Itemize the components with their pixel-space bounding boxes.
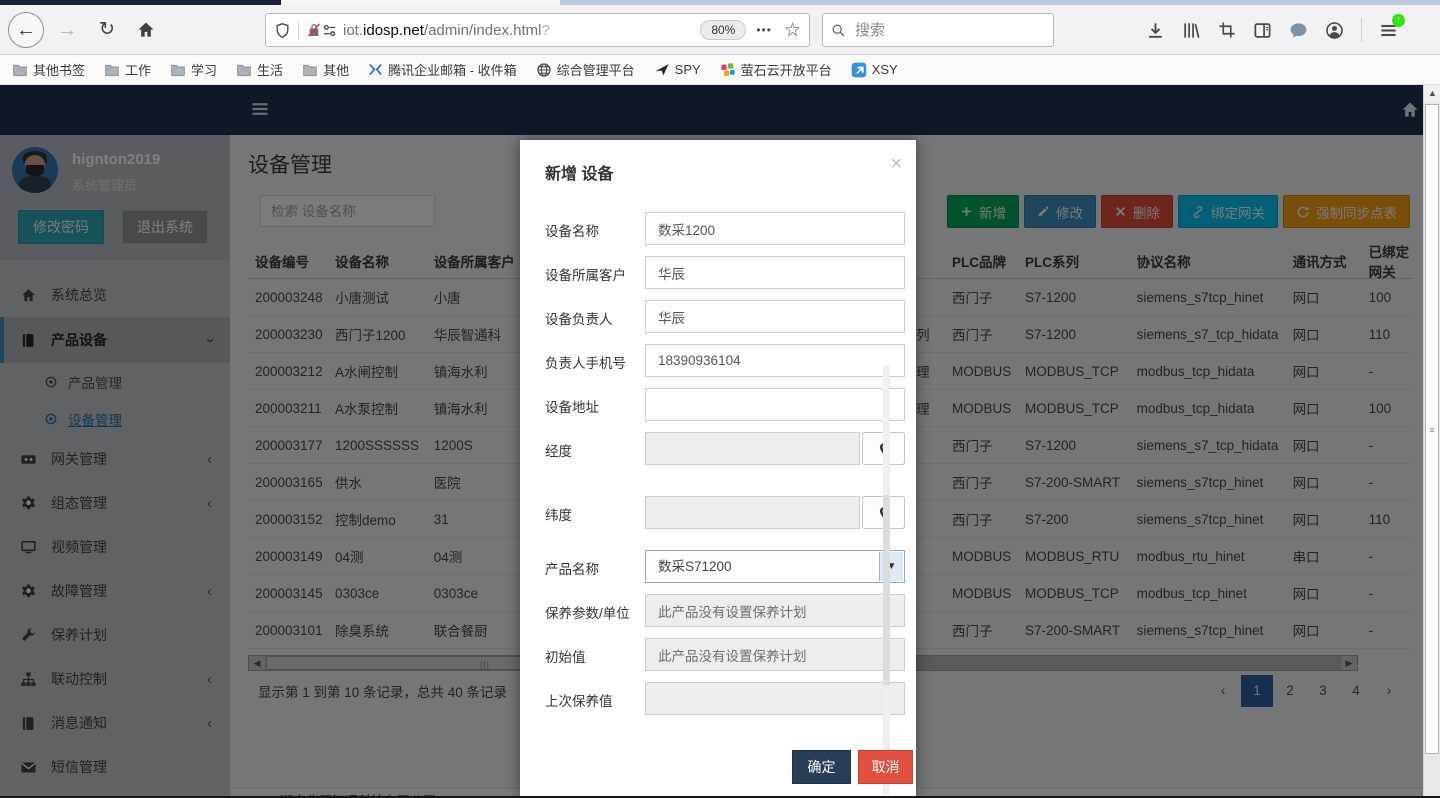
update-badge: ↑ — [1392, 14, 1405, 27]
library-icon[interactable] — [1182, 21, 1201, 40]
account-icon[interactable] — [1325, 21, 1344, 40]
latitude-input — [645, 496, 860, 529]
owner-label: 设备负责人 — [545, 308, 613, 328]
forward-button[interactable]: → — [54, 18, 80, 42]
close-icon[interactable]: × — [890, 154, 902, 174]
browser-search-input[interactable] — [853, 21, 1023, 40]
modal-body: 设备名称 设备所属客户 设备负责人 负责人手机号 设备地址 经度 纬度 产品名称… — [520, 212, 916, 726]
search-icon — [831, 23, 846, 38]
address-bar[interactable]: iot.idosp.net/admin/index.html? 80% ••• … — [265, 13, 810, 47]
bookmarks-bar: 其他书签 工作 学习 生活 其他 腾讯企业邮箱 - 收件箱 综合管理平台 SPY… — [0, 55, 1440, 85]
add-device-modal: 新增 设备 × 设备名称 设备所属客户 设备负责人 负责人手机号 设备地址 经度… — [520, 140, 916, 798]
modal-title: 新增 设备 — [545, 160, 613, 184]
maint-param-label: 保养参数/单位 — [545, 602, 630, 622]
insecure-lock-icon[interactable] — [306, 22, 322, 38]
bookmark-folder-study[interactable]: 学习 — [170, 60, 217, 79]
reload-button[interactable]: ↻ — [94, 18, 120, 42]
scroll-up-arrow[interactable]: ▲ — [1424, 85, 1440, 102]
owner-input[interactable] — [645, 300, 905, 333]
screenshot-icon[interactable] — [1218, 21, 1236, 39]
back-button[interactable]: ← — [8, 12, 44, 48]
downloads-icon[interactable] — [1146, 21, 1165, 40]
product-select[interactable]: 数采S71200▼ — [645, 550, 905, 583]
init-value-label: 初始值 — [545, 646, 586, 666]
modal-scrollbar-thumb[interactable] — [883, 495, 890, 685]
confirm-button[interactable]: 确定 — [792, 750, 851, 784]
device-name-input[interactable] — [645, 212, 905, 245]
product-label: 产品名称 — [545, 558, 599, 578]
screenshot-root: ← → ↻ iot.idosp.net/admin/index.html? 80… — [0, 0, 1440, 798]
bookmark-star-icon[interactable]: ☆ — [784, 19, 801, 42]
maint-param-input — [645, 594, 905, 627]
xsy-icon — [851, 62, 867, 78]
browser-scrollbar[interactable]: ▲ ≡ — [1423, 85, 1440, 798]
customer-label: 设备所属客户 — [545, 264, 626, 284]
bookmark-ezviz[interactable]: 萤石云开放平台 — [720, 60, 832, 79]
latitude-label: 纬度 — [545, 504, 572, 524]
modal-scrollbar-track[interactable] — [883, 365, 890, 795]
tencent-mail-icon — [368, 62, 383, 77]
phone-label: 负责人手机号 — [545, 352, 626, 372]
bookmark-xsy[interactable]: XSY — [851, 62, 898, 78]
folder-icon — [302, 62, 318, 78]
customer-input[interactable] — [645, 256, 905, 289]
folder-icon — [104, 62, 120, 78]
url-text[interactable]: iot.idosp.net/admin/index.html? — [343, 22, 700, 39]
scroll-grip: ≡ — [1429, 425, 1434, 435]
init-value-input — [645, 638, 905, 671]
last-maint-label: 上次保养值 — [545, 690, 613, 710]
folder-icon — [12, 62, 28, 78]
globe-icon — [536, 62, 552, 78]
permissions-icon[interactable] — [322, 23, 337, 38]
cancel-button[interactable]: 取消 — [858, 750, 913, 784]
bookmark-folder-misc[interactable]: 其他 — [302, 60, 349, 79]
modal-footer: 确定 取消 — [520, 748, 916, 798]
urlbar-divider — [298, 20, 299, 40]
address-input[interactable] — [645, 388, 905, 421]
toolbar-icons: ↑ — [1146, 13, 1398, 47]
ezviz-icon — [720, 62, 736, 78]
phone-input[interactable] — [645, 344, 905, 377]
toolbar-divider — [1361, 18, 1362, 42]
bookmark-folder-life[interactable]: 生活 — [236, 60, 283, 79]
browser-toolbar: ← → ↻ iot.idosp.net/admin/index.html? 80… — [0, 5, 1440, 55]
browser-search-bar[interactable] — [822, 13, 1054, 47]
app-menu-button[interactable]: ↑ — [1379, 21, 1398, 40]
tracking-shield-icon[interactable] — [274, 22, 291, 39]
app-page: hignton2019 系统管理员 修改密码 退出系统 系统总览 产品设备‹ 产… — [0, 85, 1440, 798]
bookmark-spy[interactable]: SPY — [654, 62, 701, 78]
address-label: 设备地址 — [545, 396, 599, 416]
device-name-label: 设备名称 — [545, 220, 599, 240]
longitude-input — [645, 432, 860, 465]
bookmark-folder-other[interactable]: 其他书签 — [12, 60, 85, 79]
folder-icon — [170, 62, 186, 78]
messages-icon[interactable] — [1289, 21, 1308, 40]
bookmark-mgmt-platform[interactable]: 综合管理平台 — [536, 60, 635, 79]
zoom-level-badge[interactable]: 80% — [700, 20, 746, 40]
bookmark-tencent-mail[interactable]: 腾讯企业邮箱 - 收件箱 — [368, 60, 517, 79]
browser-home-button[interactable] — [132, 16, 160, 44]
sidebar-toggle-icon[interactable] — [1253, 21, 1272, 40]
folder-icon — [236, 62, 252, 78]
bookmark-folder-work[interactable]: 工作 — [104, 60, 151, 79]
page-actions-icon[interactable]: ••• — [756, 23, 772, 37]
longitude-label: 经度 — [545, 440, 572, 460]
plane-icon — [654, 62, 670, 78]
last-maint-input — [645, 682, 905, 715]
